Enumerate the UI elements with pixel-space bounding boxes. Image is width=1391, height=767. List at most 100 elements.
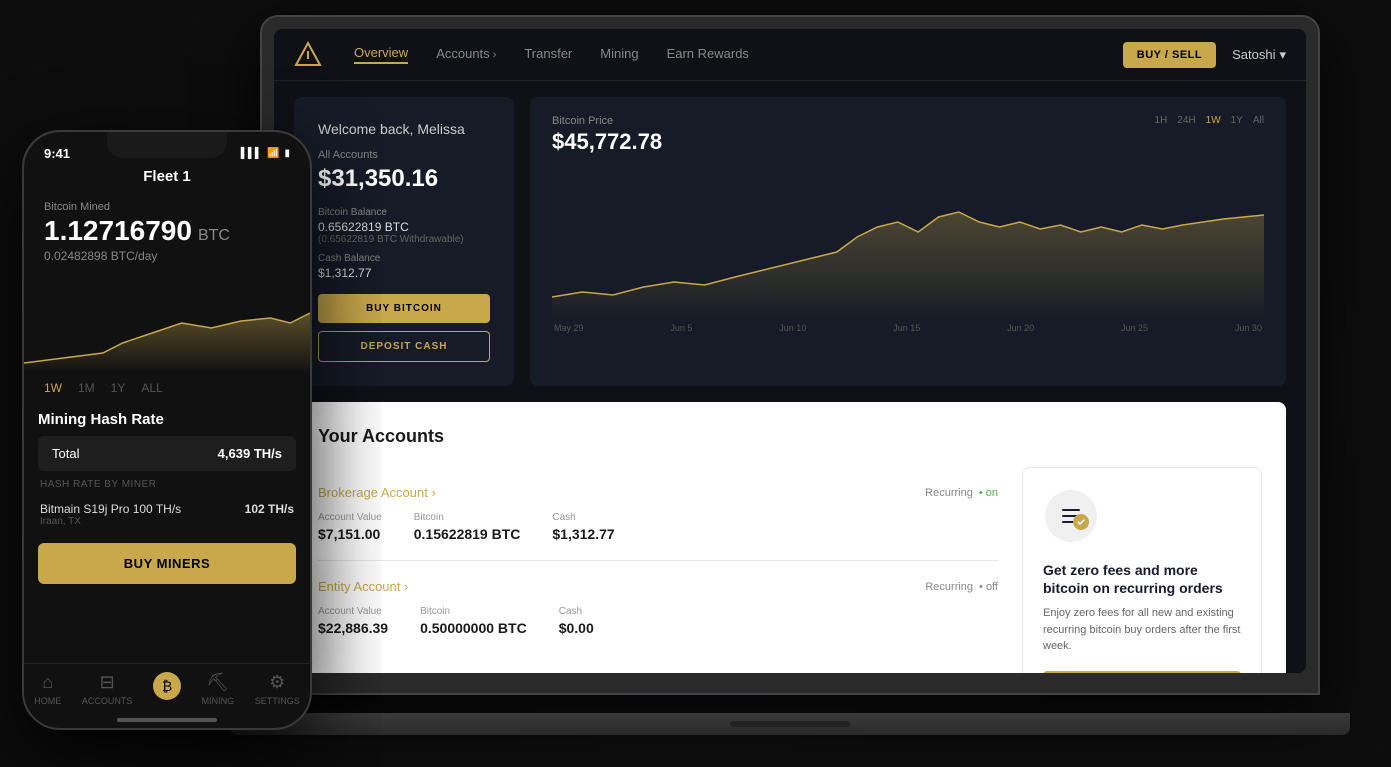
hash-total-row: Total 4,639 TH/s [38,436,296,471]
deposit-cash-button[interactable]: DEPOSIT CASH [318,331,490,362]
nav-earn-rewards[interactable]: Earn Rewards [667,46,749,63]
user-menu[interactable]: Satoshi ▾ [1232,47,1286,63]
buy-sell-button[interactable]: BUY / SELL [1123,42,1216,68]
buy-bitcoin-button[interactable]: BUY BITCOIN [318,294,490,323]
hash-total-value: 4,639 TH/s [218,446,282,461]
top-section: Welcome back, Melissa All Accounts $31,3… [274,81,1306,402]
phone-tf-1m[interactable]: 1M [78,381,95,395]
brokerage-cash: Cash $1,312.77 [552,512,614,542]
mining-label: Bitcoin Mined [44,201,290,213]
mining-icon: ⛏ [206,672,229,693]
laptop-content: Welcome back, Melissa All Accounts $31,3… [274,81,1306,673]
hash-by-miner-label: HASH RATE BY MINER [38,479,296,490]
status-icons: ▌▌▌ 📶 ▮ [241,148,290,159]
phone-tf-1y[interactable]: 1Y [111,381,126,395]
laptop-screen: Overview Accounts Transfer Mining Earn R… [274,29,1306,673]
cash-balance-section: Cash Balance $1,312.77 [318,253,490,280]
signal-icon: ▌▌▌ [241,148,262,159]
phone-nav-bitcoin[interactable]: ₿ [153,672,181,706]
promo-title: Get zero fees and more bitcoin on recurr… [1043,561,1241,597]
nav-accounts[interactable]: Accounts [436,46,496,63]
miner-info: Bitmain S19j Pro 100 TH/s Iraan, TX [40,502,181,527]
entity-recurring: Recurring • off [925,581,998,593]
tf-1w[interactable]: 1W [1206,115,1221,126]
entity-account-link[interactable]: Entity Account › [318,579,408,594]
nav-right: BUY / SELL Satoshi ▾ [1123,42,1286,68]
tf-1h[interactable]: 1H [1154,115,1167,126]
all-accounts-label: All Accounts [318,149,490,161]
accounts-inner: Brokerage Account › Recurring • on [318,467,1262,673]
entity-account-value: Account Value $22,886.39 [318,606,388,636]
hash-rate-title: Mining Hash Rate [38,411,296,428]
promo-card: Get zero fees and more bitcoin on recurr… [1022,467,1262,673]
phone-nav-accounts-label: ACCOUNTS [82,696,133,706]
buy-miners-button[interactable]: BUY MINERS [38,543,296,584]
create-recurring-order-button[interactable]: CREATE A RECURRING ORDER [1043,671,1241,673]
phone-screen: 9:41 ▌▌▌ 📶 ▮ Fleet 1 Bitcoin Mined 1.127… [24,132,310,728]
accounts-list: Brokerage Account › Recurring • on [318,467,998,673]
phone-nav-settings-label: SETTINGS [255,696,300,706]
battery-icon: ▮ [284,148,290,159]
phone-tf-1w[interactable]: 1W [44,381,62,395]
mining-btc-label: BTC [198,227,230,245]
phone-nav-home-label: HOME [34,696,61,706]
nav-overview[interactable]: Overview [354,45,408,64]
mining-value: 1.12716790 BTC [44,215,290,247]
brokerage-account-link[interactable]: Brokerage Account › [318,485,436,500]
bitcoin-balance-label: Bitcoin Balance [318,207,490,218]
tf-24h[interactable]: 24H [1177,115,1195,126]
accounts-chevron-icon [493,46,497,61]
entity-cash: Cash $0.00 [559,606,594,636]
phone-nav-settings[interactable]: ⚙ SETTINGS [255,672,300,706]
miner-row: Bitmain S19j Pro 100 TH/s Iraan, TX 102 … [38,496,296,533]
recurring-order-icon [1043,488,1099,544]
laptop-body: Overview Accounts Transfer Mining Earn R… [260,15,1320,695]
brokerage-data-row: Account Value $7,151.00 Bitcoin 0.156228… [318,512,998,542]
phone-tf-all[interactable]: ALL [141,381,162,395]
entity-header: Entity Account › Recurring • off [318,579,998,594]
brokerage-bitcoin: Bitcoin 0.15622819 BTC [414,512,521,542]
status-time: 9:41 [44,146,70,161]
nav-mining[interactable]: Mining [600,46,638,63]
phone-nav-mining[interactable]: ⛏ MINING [202,672,235,706]
settings-icon: ⚙ [269,672,285,693]
total-balance: $31,350.16 [318,165,490,193]
welcome-greeting: Welcome back, Melissa [318,121,490,137]
miner-location: Iraan, TX [40,516,181,527]
phone-nav-mining-label: MINING [202,696,235,706]
nav-links: Overview Accounts Transfer Mining Earn R… [354,45,1091,64]
home-indicator [117,718,217,722]
laptop: Overview Accounts Transfer Mining Earn R… [260,15,1320,735]
tf-all[interactable]: All [1253,115,1264,126]
brokerage-header: Brokerage Account › Recurring • on [318,485,998,500]
laptop-base [230,713,1350,735]
hash-rate-section: Mining Hash Rate Total 4,639 TH/s HASH R… [24,403,310,533]
miner-name: Bitmain S19j Pro 100 TH/s [40,502,181,516]
tf-1y[interactable]: 1Y [1231,115,1243,126]
accounts-section: Your Accounts Brokerage Account › Recur [294,402,1286,673]
main-area: Welcome back, Melissa All Accounts $31,3… [274,81,1306,673]
entity-data-row: Account Value $22,886.39 Bitcoin 0.50000… [318,606,998,636]
wifi-icon: 📶 [267,148,279,159]
chart-date-labels: May 29 Jun 5 Jun 10 Jun 15 Jun 20 Jun 25… [552,323,1264,333]
promo-description: Enjoy zero fees for all new and existing… [1043,605,1241,655]
accounts-icon: ⊟ [100,672,115,693]
cash-balance-value: $1,312.77 [318,266,490,280]
user-chevron-icon: ▾ [1279,47,1286,63]
nav-transfer[interactable]: Transfer [524,46,572,63]
brokerage-account-value: Account Value $7,151.00 [318,512,382,542]
phone-nav-accounts[interactable]: ⊟ ACCOUNTS [82,672,133,706]
chart-timeframes: 1H 24H 1W 1Y All [1154,115,1264,126]
phone: 9:41 ▌▌▌ 📶 ▮ Fleet 1 Bitcoin Mined 1.127… [22,130,312,730]
bitcoin-icon: ₿ [153,672,181,700]
phone-nav-home[interactable]: ⌂ HOME [34,672,61,706]
chart-card: 1H 24H 1W 1Y All Bitcoin Price $45,772.7… [530,97,1286,386]
cash-balance-label: Cash Balance [318,253,490,264]
home-icon: ⌂ [42,672,53,693]
phone-notch [107,132,227,158]
mining-rate: 0.02482898 BTC/day [44,249,290,263]
entity-account-row: Entity Account › Recurring • off [318,560,998,654]
phone-chart [24,273,310,373]
bitcoin-price-chart [552,167,1264,317]
miner-hash-value: 102 TH/s [245,502,294,516]
